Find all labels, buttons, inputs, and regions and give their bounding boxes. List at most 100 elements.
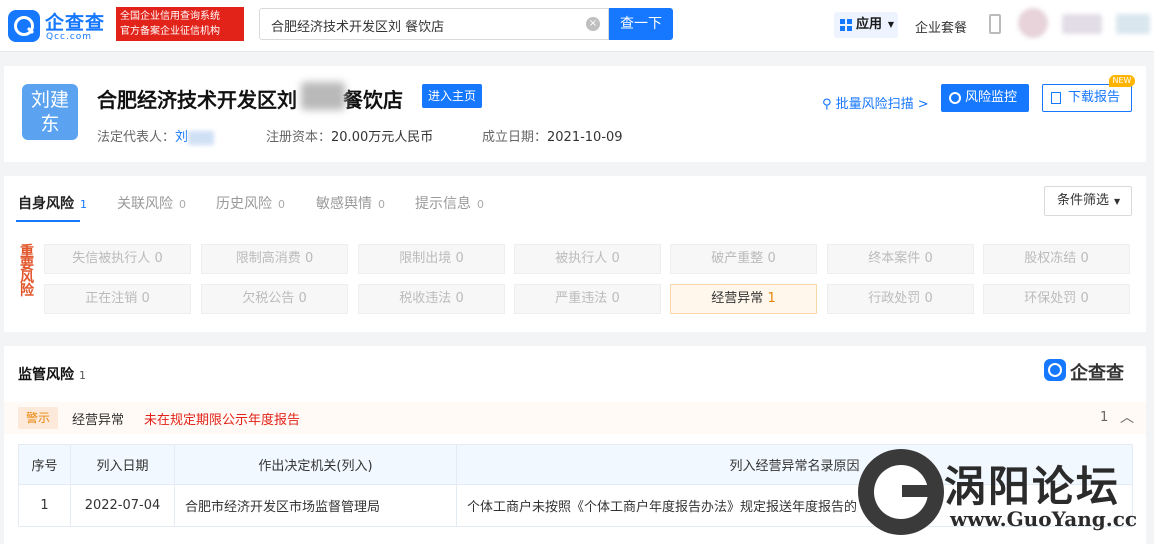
capital-label: 注册资本： [266,130,332,145]
company-avatar: 刘建 东 [22,84,78,140]
column-header: 序号 [18,444,71,485]
risk-cell-deregistering[interactable]: 正在注销 0 [44,284,191,314]
search-input[interactable]: 合肥经济技术开发区刘 餐饮店 × [259,8,609,40]
grid-icon [840,19,852,31]
batch-risk-scan-link[interactable]: ⚲ 批量风险扫描 > [822,93,929,112]
tab-sensitive-news[interactable]: 敏感舆情 0 [316,193,385,213]
document-icon [1051,92,1061,104]
tab-count: 0 [179,198,186,211]
mobile-phone-icon[interactable] [989,14,1001,34]
tab-related-risk[interactable]: 关联风险 0 [117,193,186,213]
search-input-value: 合肥经济技术开发区刘 餐饮店 [271,20,445,35]
founded-value: 2021-10-09 [547,130,623,145]
warning-tag: 警示 [18,407,58,429]
column-header: 列入日期 [70,444,175,485]
download-label: 下载报告 [1068,90,1121,105]
tab-count: 0 [378,198,385,211]
record-count: 1 [1100,410,1109,425]
qcc-logo-icon [1044,359,1066,381]
new-badge: NEW [1109,75,1135,87]
avatar-line-1: 刘建 [30,89,69,111]
risk-cell-admin-penalty[interactable]: 行政处罚 0 [827,284,974,314]
risk-cell-tax-arrears[interactable]: 欠税公告 0 [201,284,348,314]
tab-label: 敏感舆情 [316,196,372,212]
risk-cell-consumption-limit[interactable]: 限制高消费 0 [201,244,348,274]
risk-cell-equity-freeze[interactable]: 股权冻结 0 [983,244,1130,274]
cell-date: 2022-07-04 [70,484,175,527]
search-button[interactable]: 查一下 [609,8,673,40]
founded-date: 成立日期：2021-10-09 [482,126,623,145]
major-risk-label: 重要风险 [20,244,34,299]
enterprise-suite-link[interactable]: 企业套餐 [915,17,967,36]
founded-label: 成立日期： [482,130,548,145]
tab-label: 关联风险 [117,196,173,212]
active-tab-indicator [16,220,80,222]
risk-cell-dishonest[interactable]: 失信被执行人 0 [44,244,191,274]
tab-label: 历史风险 [216,196,272,212]
tab-count: 0 [278,198,285,211]
apps-label: 应用 [856,17,883,32]
forum-logo-icon [858,449,944,535]
risk-cell-serious-violation[interactable]: 严重违法 0 [514,284,661,314]
company-name-suffix: 餐饮店 [343,88,403,112]
risk-cell-business-abnormal[interactable]: 经营异常 1 [670,284,817,314]
column-header: 作出决定机关(列入) [174,444,457,485]
chevron-up-icon[interactable]: ︿ [1120,407,1134,427]
condition-filter-dropdown[interactable]: 条件筛选 ▼ [1044,186,1132,216]
company-header-card: 刘建 东 合肥经济技术开发区刘 餐饮店 进入主页 法定代表人：刘 注册资本：20.… [4,66,1146,162]
company-name-prefix: 合肥经济技术开发区刘 [97,88,297,112]
legal-representative: 法定代表人：刘 [97,126,215,145]
cell-authority: 合肥市经济开发区市场监督管理局 [174,484,457,527]
section-count: 1 [79,369,86,382]
qcc-logo-icon [8,10,40,42]
user-menu-extra[interactable] [1116,14,1150,34]
logo-en-text: Qcc.com [46,32,93,42]
name-redaction [301,82,345,110]
risk-cell-exit-limit[interactable]: 限制出境 0 [358,244,505,274]
official-notice-badge: 全国企业信用查询系统 官方备案企业征信机构 [116,7,244,41]
clear-icon[interactable]: × [586,17,600,31]
qcc-logo[interactable]: 企查查 Qcc.com [8,8,112,44]
risk-cell-tax-violation[interactable]: 税收违法 0 [358,284,505,314]
tab-self-risk[interactable]: 自身风险 1 [18,193,87,213]
cell-index: 1 [18,484,71,527]
tab-history-risk[interactable]: 历史风险 0 [216,193,285,213]
section-title-text: 监管风险 [18,367,74,383]
filter-label: 条件筛选 [1057,193,1110,208]
download-report-button[interactable]: 下载报告 [1042,84,1132,112]
watermark-text: 企查查 [1070,363,1124,384]
tab-count: 1 [80,198,87,211]
user-avatar[interactable] [1018,8,1048,38]
warning-description: 未在规定期限公示年度报告 [144,413,301,428]
legal-rep-value[interactable]: 刘 [175,130,188,145]
tab-label: 自身风险 [18,196,74,212]
caret-down-icon: ▼ [1114,197,1121,206]
risk-cell-env-penalty[interactable]: 环保处罚 0 [983,284,1130,314]
forum-name: 涡阳论坛 [944,462,1121,511]
logo-cn-text: 企查查 [45,12,106,34]
enter-homepage-button[interactable]: 进入主页 [422,84,482,108]
monitor-icon [949,92,961,104]
apps-menu-button[interactable]: 应用 ▼ [834,12,898,38]
warning-type: 经营异常 [72,413,125,428]
notice-line-1: 全国企业信用查询系统 [120,11,220,22]
tab-hint-info[interactable]: 提示信息 0 [415,193,484,213]
capital-value: 20.00万元人民币 [331,130,434,145]
company-name: 合肥经济技术开发区刘 餐饮店 [97,84,403,113]
user-menu[interactable] [1062,14,1102,34]
forum-url: www.GuoYang.cc [950,507,1138,531]
forum-watermark: 涡阳论坛 www.GuoYang.cc [852,447,1154,544]
top-bar: 企查查 Qcc.com 全国企业信用查询系统 官方备案企业征信机构 合肥经济技术… [0,0,1154,52]
avatar-line-2: 东 [40,113,60,135]
tab-label: 提示信息 [415,196,471,212]
risk-cell-executed[interactable]: 被执行人 0 [514,244,661,274]
risk-monitor-button[interactable]: 风险监控 [941,84,1029,112]
risk-cell-terminated-cases[interactable]: 终本案件 0 [827,244,974,274]
notice-line-2: 官方备案企业征信机构 [120,26,220,37]
batch-scan-label: 批量风险扫描 > [835,97,929,112]
legal-rep-redaction [188,130,215,145]
risk-cell-bankruptcy[interactable]: 破产重整 0 [670,244,817,274]
abnormal-summary-row[interactable]: 警示 经营异常 未在规定期限公示年度报告 1 ︿ [4,402,1146,434]
legal-rep-label: 法定代表人： [97,130,176,145]
scan-icon: ⚲ [822,97,836,112]
